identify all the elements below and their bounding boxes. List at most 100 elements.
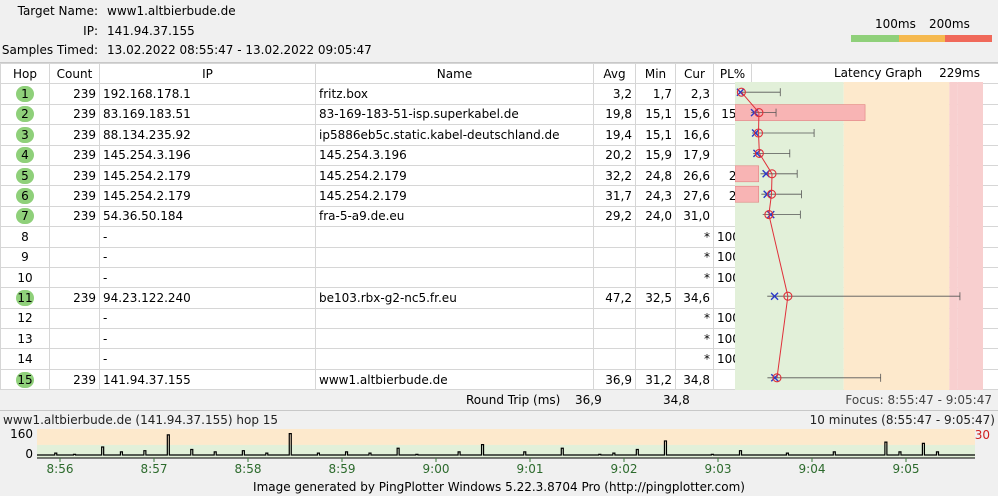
- hop-cell: 15: [0, 368, 50, 391]
- table-row[interactable]: 9 - * 100,0: [0, 246, 998, 268]
- table-row[interactable]: 1 239 192.168.178.1 fritz.box 3,2 1,7 2,3: [0, 83, 998, 105]
- table-row[interactable]: 12 - * 100,0: [0, 307, 998, 330]
- hop-cur-cell: 27,6: [675, 185, 714, 207]
- hop-status-badge: 7: [16, 208, 34, 225]
- hop-cell: 7: [0, 205, 50, 228]
- column-header-avg[interactable]: Avg: [593, 62, 636, 85]
- hop-cell: 3: [0, 124, 50, 146]
- hop-count-cell: 239: [49, 287, 100, 309]
- column-header-hop[interactable]: Hop: [0, 62, 50, 85]
- table-row[interactable]: 5 239 145.254.2.179 145.254.2.179 32,2 24,8 26…: [0, 164, 998, 187]
- hop-ip-cell: 141.94.37.155: [99, 368, 316, 391]
- hop-avg-cell: 19,4: [593, 124, 636, 146]
- hop-cur-cell: 2,3: [675, 83, 714, 105]
- hop-status-badge: 15: [16, 371, 34, 388]
- table-row[interactable]: 10 - * 100,0: [0, 266, 998, 289]
- table-row[interactable]: 13 - * 100,0: [0, 328, 998, 350]
- ip-label: IP:: [83, 24, 98, 38]
- hop-pl-cell: 100,0: [713, 246, 752, 268]
- table-row[interactable]: 2 239 83.169.183.51 83-169-183-51-isp.super…: [0, 103, 998, 126]
- table-row[interactable]: 4 239 145.254.3.196 145.254.3.196 20,2 15,9 17…: [0, 144, 998, 166]
- hop-pl-cell: 100,0: [713, 328, 752, 350]
- hop-pl-cell: 100,0: [713, 226, 752, 248]
- hop-count-cell: 239: [49, 144, 100, 166]
- hop-ip-cell: -: [99, 328, 316, 350]
- hop-min-cell: 32,5: [635, 287, 676, 309]
- hop-status-badge: 6: [16, 188, 34, 205]
- hop-count-cell: 239: [49, 205, 100, 228]
- legend-bad-swatch: [945, 35, 992, 42]
- ip-value: 141.94.37.155: [107, 24, 195, 38]
- table-row[interactable]: 8 - * 100,0: [0, 226, 998, 248]
- table-row[interactable]: 14 - * 100,0: [0, 348, 998, 370]
- hop-cell: 11: [0, 287, 50, 309]
- hop-number: 8: [21, 229, 29, 244]
- hop-avg-cell: [593, 307, 636, 330]
- hop-cell: 12: [0, 307, 50, 330]
- trace-table: Hop Count IP Name Avg Min Cur PL% Latenc…: [0, 62, 998, 391]
- hop-cur-cell: *: [675, 328, 714, 350]
- hop-graph-cell: [751, 124, 998, 146]
- hop-cell: 13: [0, 328, 50, 350]
- hop-count-cell: [49, 328, 100, 350]
- hop-avg-cell: [593, 266, 636, 289]
- column-header-count[interactable]: Count: [49, 62, 100, 85]
- hop-count-cell: 239: [49, 368, 100, 391]
- hop-cell: 9: [0, 246, 50, 268]
- hop-min-cell: 24,0: [635, 205, 676, 228]
- column-header-min[interactable]: Min: [635, 62, 676, 85]
- column-header-latency-graph[interactable]: Latency Graph 229ms: [751, 62, 998, 85]
- hop-number: 9: [21, 250, 29, 265]
- hop-name-cell: 145.254.2.179: [315, 185, 594, 207]
- table-row[interactable]: 3 239 88.134.235.92 ip5886eb5c.static.kabel…: [0, 124, 998, 146]
- hop-ip-cell: 83.169.183.51: [99, 103, 316, 126]
- hop-status-badge: 2: [16, 106, 34, 123]
- hop-cur-cell: *: [675, 246, 714, 268]
- hop-pl-cell: 100,0: [713, 307, 752, 330]
- table-row[interactable]: 15 239 141.94.37.155 www1.altbierbude.de 36,…: [0, 368, 998, 391]
- timeline-range: 10 minutes (8:55:47 - 9:05:47): [810, 413, 995, 427]
- footer-credit: Image generated by PingPlotter Windows 5…: [0, 478, 998, 496]
- hop-graph-cell: [751, 185, 998, 207]
- hop-pl-cell: 15,9: [713, 103, 752, 126]
- hop-number: 13: [17, 331, 33, 346]
- table-row[interactable]: 7 239 54.36.50.184 fra-5-a9.de.eu 29,2 24,0 31…: [0, 205, 998, 228]
- hop-graph-cell: [751, 348, 998, 370]
- table-header-row: Hop Count IP Name Avg Min Cur PL% Latenc…: [0, 62, 998, 85]
- round-trip-avg: 36,9: [575, 393, 602, 407]
- hop-pl-cell: [713, 287, 752, 309]
- legend-200ms-label: 200ms: [929, 17, 970, 31]
- hop-cell: 4: [0, 144, 50, 166]
- hop-graph-cell: [751, 246, 998, 268]
- column-header-name[interactable]: Name: [315, 62, 594, 85]
- hop-min-cell: [635, 246, 676, 268]
- hop-avg-cell: [593, 328, 636, 350]
- column-header-cur[interactable]: Cur: [675, 62, 714, 85]
- hop-pl-cell: [713, 205, 752, 228]
- table-row[interactable]: 6 239 145.254.2.179 145.254.2.179 31,7 24,3 27…: [0, 185, 998, 207]
- hop-ip-cell: -: [99, 266, 316, 289]
- table-row[interactable]: 11 239 94.23.122.240 be103.rbx-g2-nc5.fr.eu…: [0, 287, 998, 309]
- target-name-label: Target Name:: [17, 4, 98, 18]
- hop-min-cell: 15,9: [635, 144, 676, 166]
- timeline-tick-label: 9:02: [611, 462, 638, 476]
- hop-graph-cell: [751, 144, 998, 166]
- hop-ip-cell: 145.254.2.179: [99, 185, 316, 207]
- hop-cur-cell: *: [675, 307, 714, 330]
- hop-avg-cell: [593, 246, 636, 268]
- hop-ip-cell: 145.254.3.196: [99, 144, 316, 166]
- column-header-ip[interactable]: IP: [99, 62, 316, 85]
- hop-name-cell: [315, 307, 594, 330]
- hop-avg-cell: 29,2: [593, 205, 636, 228]
- hop-count-cell: 239: [49, 164, 100, 187]
- timeline-graph[interactable]: www1.altbierbude.de (141.94.37.155) hop …: [0, 411, 998, 479]
- timeline-tick-label: 9:00: [423, 462, 450, 476]
- hop-min-cell: 1,7: [635, 83, 676, 105]
- hop-cur-cell: 16,6: [675, 124, 714, 146]
- samples-timed-value: 13.02.2022 08:55:47 - 13.02.2022 09:05:4…: [107, 43, 372, 57]
- hop-status-badge: 11: [16, 289, 34, 306]
- timeline-y-min: 0: [25, 447, 33, 461]
- hop-cur-cell: 17,9: [675, 144, 714, 166]
- column-header-pl[interactable]: PL%: [713, 62, 752, 85]
- hop-cur-cell: *: [675, 348, 714, 370]
